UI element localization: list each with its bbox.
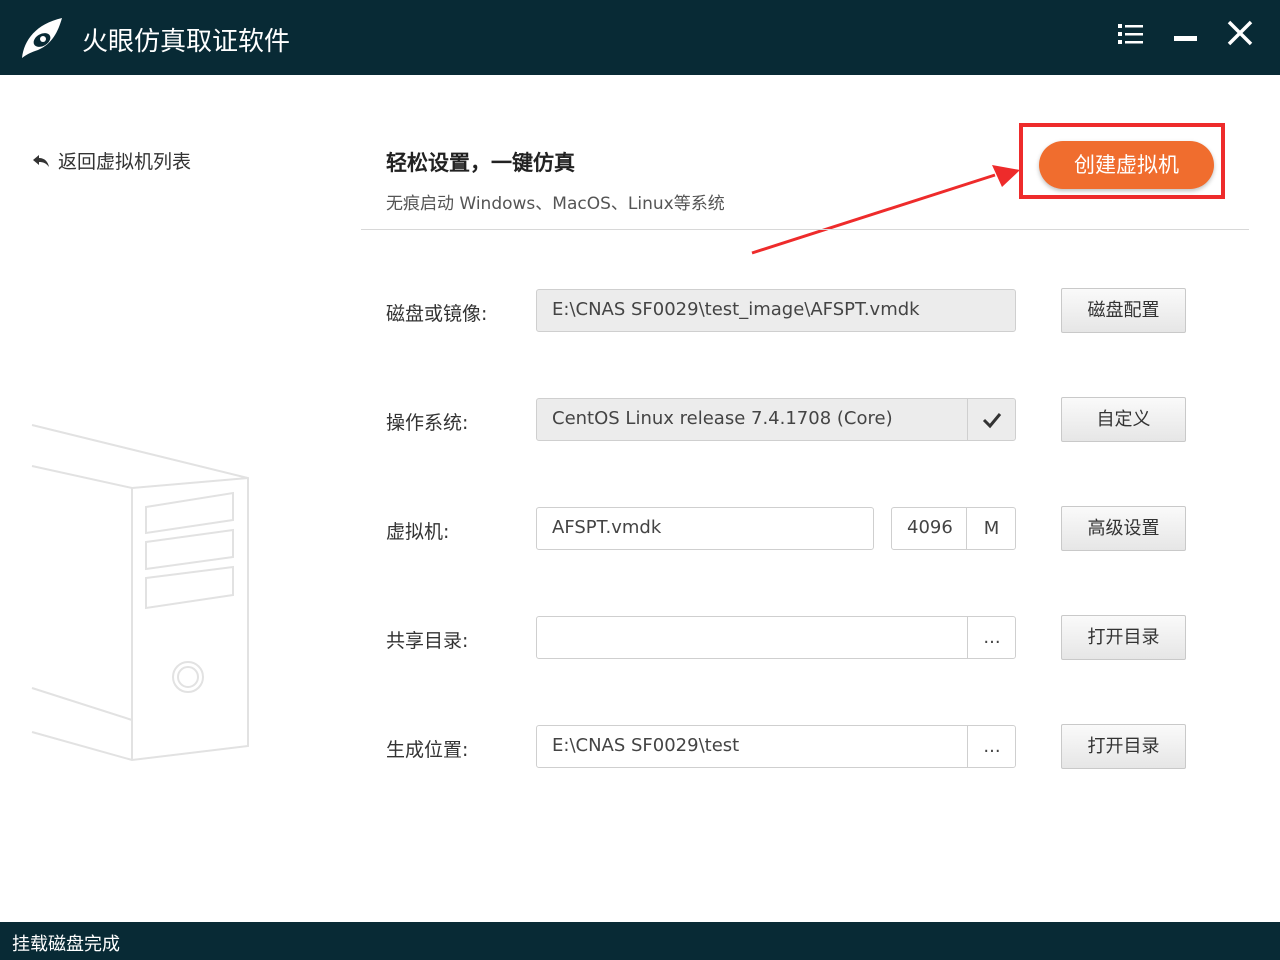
os-value: CentOS Linux release 7.4.1708 (Core)	[552, 408, 893, 429]
vm-label: 虚拟机:	[386, 521, 450, 543]
output-location-field[interactable]: E:\CNAS SF0029\test ...	[536, 725, 1016, 768]
vm-name-field[interactable]: AFSPT.vmdk	[536, 507, 874, 550]
vm-memory-value: 4096	[907, 517, 953, 538]
disk-path-field[interactable]: E:\CNAS SF0029\test_image\AFSPT.vmdk	[536, 289, 1016, 332]
computer-tower-illustration	[31, 424, 249, 762]
subline: 无痕启动 Windows、MacOS、Linux等系统	[386, 194, 725, 214]
os-select[interactable]: CentOS Linux release 7.4.1708 (Core)	[536, 398, 1016, 441]
app-title: 火眼仿真取证软件	[82, 27, 291, 57]
app-logo-icon	[22, 18, 62, 58]
menu-icon	[1118, 24, 1143, 44]
back-link-label: 返回虚拟机列表	[58, 151, 192, 173]
output-location-label: 生成位置:	[386, 739, 469, 761]
output-location-value: E:\CNAS SF0029\test	[552, 735, 740, 756]
divider	[361, 229, 1249, 230]
disk-config-button[interactable]: 磁盘配置	[1061, 288, 1186, 333]
checkmark-icon	[982, 412, 1002, 428]
status-text: 挂载磁盘完成	[12, 934, 120, 955]
title-bar: 火眼仿真取证软件	[0, 0, 1280, 75]
close-icon	[1227, 20, 1253, 46]
disk-label: 磁盘或镜像:	[386, 303, 488, 325]
create-vm-button[interactable]: 创建虚拟机	[1039, 141, 1214, 189]
annotation-arrow	[751, 165, 1020, 255]
share-dir-open-button[interactable]: 打开目录	[1061, 615, 1186, 660]
back-arrow-icon	[33, 154, 49, 167]
os-dropdown-toggle[interactable]	[967, 399, 1015, 440]
share-dir-field[interactable]: ...	[536, 616, 1016, 659]
output-open-button[interactable]: 打开目录	[1061, 724, 1186, 769]
headline: 轻松设置，一键仿真	[386, 151, 575, 175]
advanced-settings-button[interactable]: 高级设置	[1061, 506, 1186, 551]
share-dir-browse-button[interactable]: ...	[967, 617, 1015, 658]
close-button[interactable]	[1220, 14, 1260, 54]
minimize-icon	[1174, 36, 1197, 41]
back-to-vm-list-link[interactable]: 返回虚拟机列表	[32, 147, 191, 174]
output-browse-button[interactable]: ...	[967, 726, 1015, 767]
share-dir-label: 共享目录:	[386, 630, 469, 652]
main-content: 返回虚拟机列表 轻松设置，一键仿真 无痕启动 Windows、MacOS、Lin…	[0, 75, 1280, 922]
status-bar: 挂载磁盘完成	[0, 922, 1280, 960]
vm-memory-unit: M	[966, 508, 1015, 549]
vm-memory-field[interactable]: 4096 M	[891, 507, 1016, 550]
minimize-button[interactable]	[1165, 14, 1205, 54]
os-label: 操作系统:	[386, 412, 469, 434]
menu-button[interactable]	[1110, 14, 1150, 54]
customize-os-button[interactable]: 自定义	[1061, 397, 1186, 442]
